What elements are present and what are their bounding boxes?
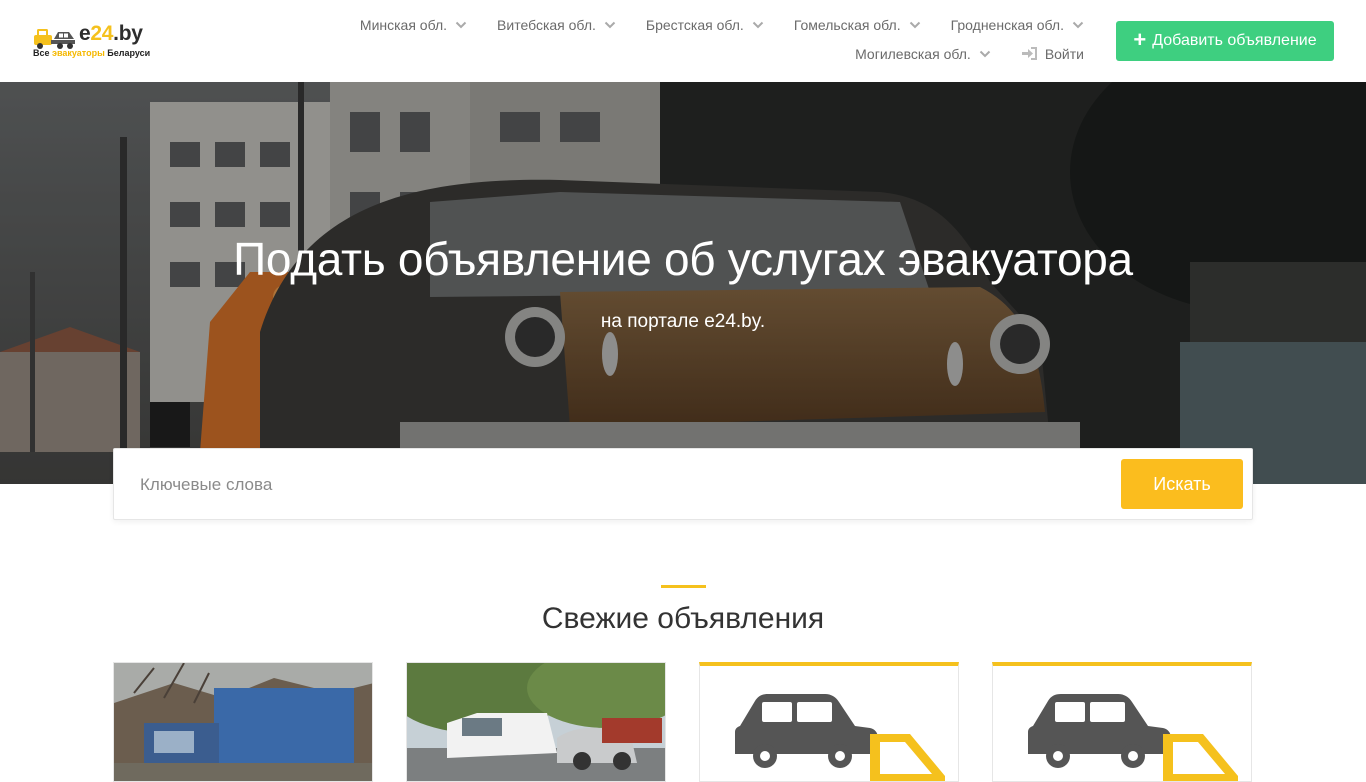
nav-item-vitebsk[interactable]: Витебская обл. <box>497 15 616 34</box>
listing-photo <box>114 663 372 781</box>
chevron-down-icon <box>909 21 920 28</box>
site-logo[interactable]: e24.by Все эвакуаторы Беларуси <box>33 22 158 62</box>
logo-tagline: Все эвакуаторы Беларуси <box>33 48 151 58</box>
nav-item-label: Гродненская обл. <box>950 16 1064 33</box>
hero-subtitle: на портале e24.by. <box>600 311 766 332</box>
nav-item-mogilev[interactable]: Могилевская обл. <box>855 44 991 63</box>
search-bar: Искать <box>113 448 1253 520</box>
nav-item-label: Брестская обл. <box>645 16 744 33</box>
nav-item-brest[interactable]: Брестская обл. <box>646 15 764 34</box>
chevron-down-icon <box>752 21 764 28</box>
listing-card[interactable] <box>699 662 959 782</box>
section-accent-divider <box>661 585 706 588</box>
chevron-down-icon <box>455 21 467 28</box>
chevron-down-icon <box>979 50 991 57</box>
nav-item-label: Витебская обл. <box>497 16 596 33</box>
sign-in-icon <box>1021 47 1037 60</box>
plus-icon: + <box>1133 27 1147 52</box>
placeholder-car-icon <box>735 694 945 781</box>
nav-item-label: Могилевская обл. <box>855 45 971 62</box>
nav-item-grodno[interactable]: Гродненская обл. <box>951 15 1084 34</box>
search-input[interactable] <box>128 464 1108 506</box>
site-header: e24.by Все эвакуаторы Беларуси Минская о… <box>0 0 1366 82</box>
logo-name: e24.by <box>79 22 143 45</box>
region-nav: Минская обл. Витебская обл. Брестская об… <box>324 15 1084 63</box>
add-listing-label: Добавить объявление <box>1152 32 1317 49</box>
hero-title: Подать объявление об услугах эвакуатора <box>233 233 1133 285</box>
listing-photo <box>407 663 665 781</box>
listing-card[interactable] <box>992 662 1252 782</box>
nav-item-gomel[interactable]: Гомельская обл. <box>794 15 921 34</box>
fresh-listings-title: Свежие объявления <box>541 602 825 635</box>
nav-item-label: Гомельская обл. <box>793 16 901 33</box>
add-listing-button[interactable]: + Добавить объявление <box>1116 21 1334 61</box>
listing-card[interactable] <box>113 662 373 782</box>
chevron-down-icon <box>1072 21 1084 28</box>
nav-item-minsk[interactable]: Минская обл. <box>360 15 467 34</box>
search-button[interactable]: Искать <box>1121 459 1243 509</box>
chevron-down-icon <box>604 21 616 28</box>
login-label: Войти <box>1044 45 1084 62</box>
hero-banner: Подать объявление об услугах эвакуатора … <box>0 82 1366 484</box>
nav-item-label: Минская обл. <box>359 16 448 33</box>
placeholder-car-icon <box>1028 694 1238 781</box>
listing-card[interactable] <box>406 662 666 782</box>
login-link[interactable]: Войти <box>1021 44 1084 63</box>
